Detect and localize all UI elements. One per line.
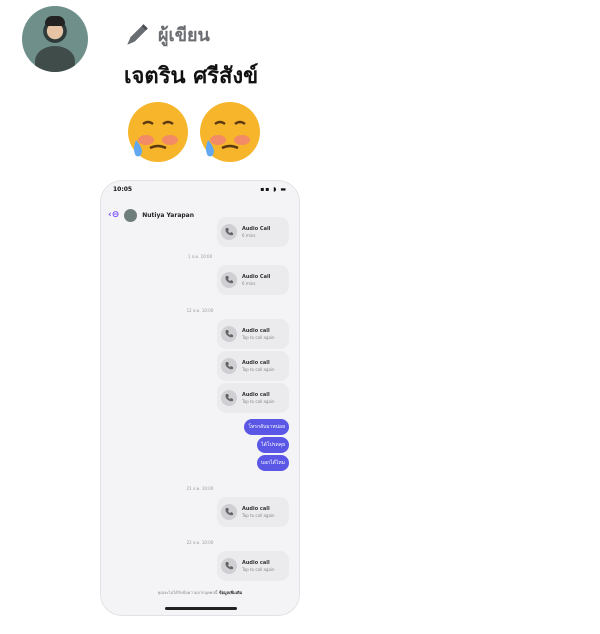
message-bubble[interactable]: บอกได้ไหม (256, 455, 289, 471)
contact-avatar[interactable] (124, 208, 138, 222)
pen-icon (127, 23, 148, 45)
call-card[interactable]: Audio Call 6 mins (217, 217, 289, 247)
call-card[interactable]: Audio call Tap to call again (217, 351, 289, 381)
phone-icon (221, 390, 237, 406)
status-bar-time: 10:05 (113, 186, 133, 193)
pleading-face-icon (200, 102, 260, 162)
author-name[interactable]: เจตริน ศรีสังข์ (124, 58, 258, 93)
call-card[interactable]: Audio call Tap to call again (217, 319, 289, 349)
call-card[interactable]: Audio Call 6 mins (217, 265, 289, 295)
phone-icon (221, 224, 237, 240)
author-avatar[interactable] (22, 6, 88, 72)
avatar-torso (35, 46, 75, 72)
footer-text: คุณจะไม่ได้รับข้อความจากบุคคลนี้ (157, 590, 218, 595)
author-role-row: ผู้เขียน (124, 20, 210, 49)
call-card[interactable]: Audio call Tap to call again (217, 383, 289, 413)
pleading-face-icon (128, 102, 188, 162)
author-role-label: ผู้เขียน (158, 25, 210, 46)
phone-icon (221, 504, 237, 520)
message-bubble[interactable]: โทรกลับมาหน่อย (244, 419, 289, 435)
status-bar-icons: ▪▪ ◗ ▬ (260, 186, 287, 193)
home-indicator (165, 607, 237, 610)
message-bubble[interactable]: ได้โปรดคุย (257, 437, 289, 453)
phone-icon (221, 558, 237, 574)
call-card[interactable]: Audio call Tap to call again (217, 497, 289, 527)
phone-icon (221, 326, 237, 342)
phone-icon (221, 272, 237, 288)
phone-icon (221, 358, 237, 374)
timestamp: 1 ส.ค. 10:00 (187, 254, 213, 259)
timestamp: 12 ส.ค. 10:00 (186, 308, 214, 313)
footer-link[interactable]: ข้อมูลเพิ่มเติม (219, 590, 242, 595)
contact-name: Nutiya Yarapan (142, 211, 194, 219)
timestamp: 21 ส.ค. 10:00 (186, 486, 214, 491)
call-card[interactable]: Audio call Tap to call again (217, 551, 289, 581)
avatar-hair (45, 16, 65, 26)
chat-screenshot[interactable]: 10:05 ▪▪ ◗ ▬ ‹⊖ Nutiya Yarapan Audio Cal… (100, 180, 300, 616)
back-icon[interactable]: ‹⊖ (108, 210, 119, 220)
timestamp: 22 ส.ค. 10:00 (186, 540, 214, 545)
chat-footer: คุณจะไม่ได้รับข้อความจากบุคคลนี้ ข้อมูลเ… (101, 589, 299, 596)
